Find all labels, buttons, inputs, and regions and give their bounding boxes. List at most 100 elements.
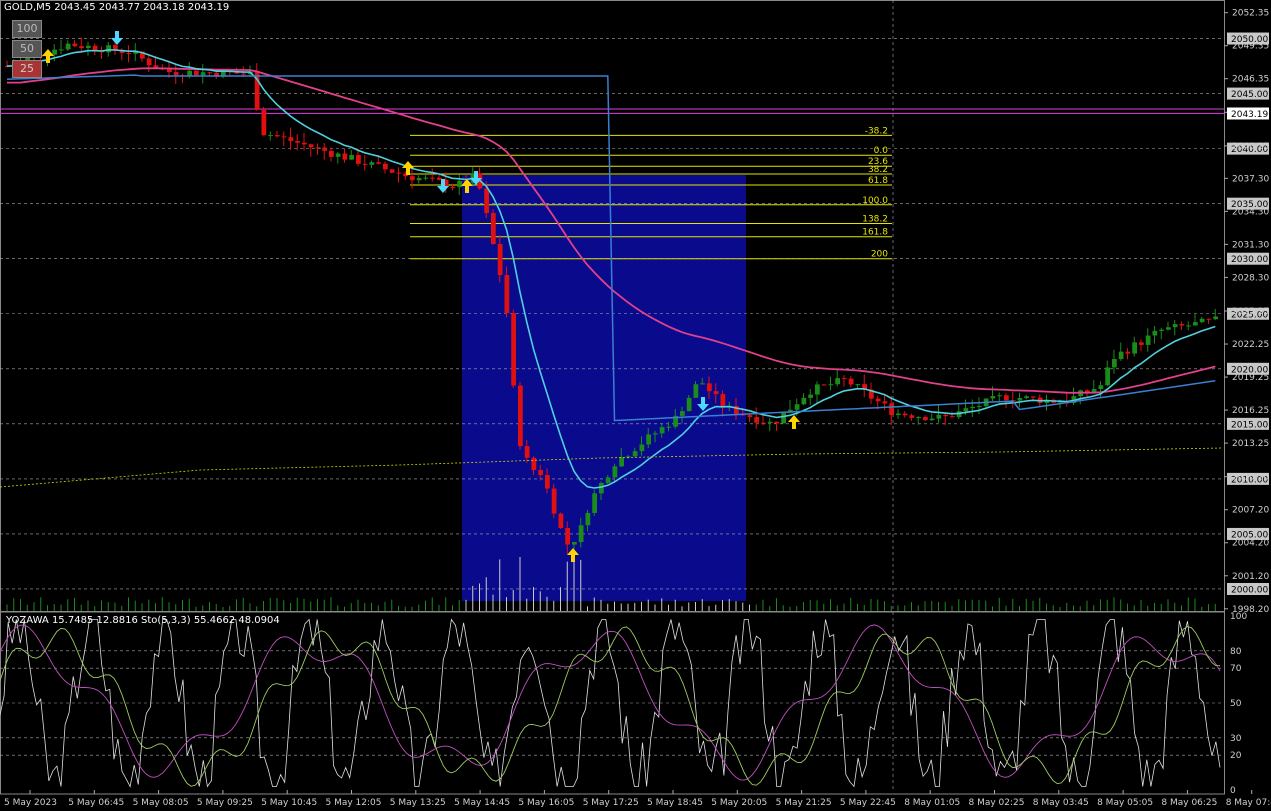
candle-body [875, 398, 881, 402]
candle-body [882, 401, 888, 404]
candle-body [902, 413, 908, 416]
round-level-label: 2000.00 [1231, 585, 1268, 595]
candle-body [362, 163, 368, 165]
time-tick-label: 5 May 2023 [4, 798, 57, 808]
time-tick-label: 8 May 03:45 [1033, 798, 1089, 808]
candle-body [1112, 359, 1117, 368]
candle-body [632, 451, 638, 457]
fib-level-label: 61.8 [868, 176, 888, 186]
candle-body [970, 406, 975, 409]
zoom-50-button[interactable]: 50 [12, 40, 42, 58]
candle-body [592, 493, 597, 513]
time-tick-label: 5 May 14:45 [454, 798, 510, 808]
oscillator-axis-label: 0 [1230, 786, 1236, 796]
price-tick-label: 2049.35 [1232, 42, 1269, 52]
buy-arrow-icon [788, 415, 800, 429]
candle-body [268, 135, 273, 137]
time-tick-label: 5 May 21:25 [776, 798, 832, 808]
candle-body [200, 72, 206, 76]
candle-body [545, 475, 550, 489]
candle-body [923, 416, 928, 421]
price-tick-label: 2010.20 [1232, 473, 1269, 483]
candle-body [524, 446, 530, 458]
fib-level-label: -38.2 [865, 126, 888, 136]
candle-body [801, 397, 807, 405]
price-tick-label: 2046.35 [1232, 75, 1269, 85]
candle-body [1172, 324, 1178, 328]
time-tick-label: 5 May 10:45 [261, 798, 317, 808]
time-tick-label: 5 May 17:25 [583, 798, 639, 808]
candle-body [302, 142, 307, 145]
chart-canvas[interactable]: 2050.002045.002040.002035.002030.002025.… [0, 0, 1271, 811]
candle-body [659, 427, 665, 434]
candle-body [308, 144, 314, 148]
candle-body [450, 187, 456, 189]
time-tick-label: 8 May 01:05 [904, 798, 960, 808]
candle-body [376, 162, 381, 164]
candle-body [686, 397, 692, 412]
candle-body [950, 416, 955, 418]
candle-body [916, 416, 921, 418]
zoom-100-button[interactable]: 100 [12, 20, 42, 38]
candle-body [707, 383, 712, 392]
candle-body [565, 527, 570, 545]
candle-body [65, 43, 71, 50]
time-tick-label: 5 May 22:45 [840, 798, 896, 808]
fib-level-label: 138.2 [862, 214, 888, 224]
candle-body [835, 378, 840, 385]
candle-body [410, 176, 415, 181]
price-tick-label: 2007.20 [1232, 506, 1269, 516]
candle-body [194, 70, 199, 76]
candle-body [322, 147, 327, 151]
price-tick-label: 2031.30 [1232, 240, 1269, 250]
symbol-ohlc-header: GOLD,M5 2043.45 2043.77 2043.18 2043.19 [4, 2, 230, 13]
candle-body [605, 477, 611, 483]
time-tick-label: 5 May 20:05 [711, 798, 767, 808]
candle-body [288, 137, 294, 142]
candle-body [794, 404, 800, 410]
price-tick-label: 2001.20 [1232, 572, 1269, 582]
candle-body [848, 378, 854, 385]
fib-level-label: 38.2 [868, 165, 888, 175]
candle-body [774, 421, 780, 424]
time-tick-label: 5 May 16:05 [518, 798, 574, 808]
candle-body [518, 385, 523, 447]
candle-body [909, 415, 915, 418]
price-tick-label: 2034.30 [1232, 207, 1269, 217]
zoom-25-button[interactable]: 25 [12, 60, 42, 78]
candle-body [1199, 318, 1205, 323]
candle-body [1139, 342, 1144, 345]
candle-body [821, 384, 827, 386]
candle-body [1179, 324, 1185, 326]
candle-body [680, 411, 685, 416]
candle-body [929, 418, 935, 421]
candle-body [990, 396, 996, 399]
candle-body [86, 45, 91, 49]
candle-body [356, 154, 361, 164]
time-tick-label: 8 May 02:25 [969, 798, 1025, 808]
fib-level-label: 0.0 [874, 146, 889, 156]
candle-body [342, 153, 348, 160]
candle-body [531, 457, 537, 471]
time-tick-label: 5 May 06:45 [68, 798, 124, 808]
candle-body [551, 488, 557, 514]
candle-body [349, 154, 354, 160]
candle-body [653, 433, 658, 435]
candle-body [511, 312, 516, 386]
candle-body [423, 177, 429, 179]
candle-body [281, 136, 287, 138]
candle-body [585, 512, 591, 526]
candle-body [484, 188, 489, 214]
round-level-label: 2030.00 [1231, 255, 1268, 265]
candle-body [572, 542, 577, 545]
candle-body [106, 45, 111, 53]
oscillator-axis-label: 80 [1230, 647, 1242, 657]
time-tick-label: 5 May 13:25 [390, 798, 446, 808]
indicator-header: YOZAWA 15.7485 12.8816 Sto(5,3,3) 55.466… [6, 615, 280, 626]
candle-body [396, 172, 402, 174]
oscillator-axis-label: 100 [1230, 612, 1247, 622]
candle-body [79, 46, 84, 49]
candle-body [1166, 327, 1171, 330]
oscillator-axis-label: 20 [1230, 751, 1242, 761]
candle-body [1145, 335, 1151, 345]
